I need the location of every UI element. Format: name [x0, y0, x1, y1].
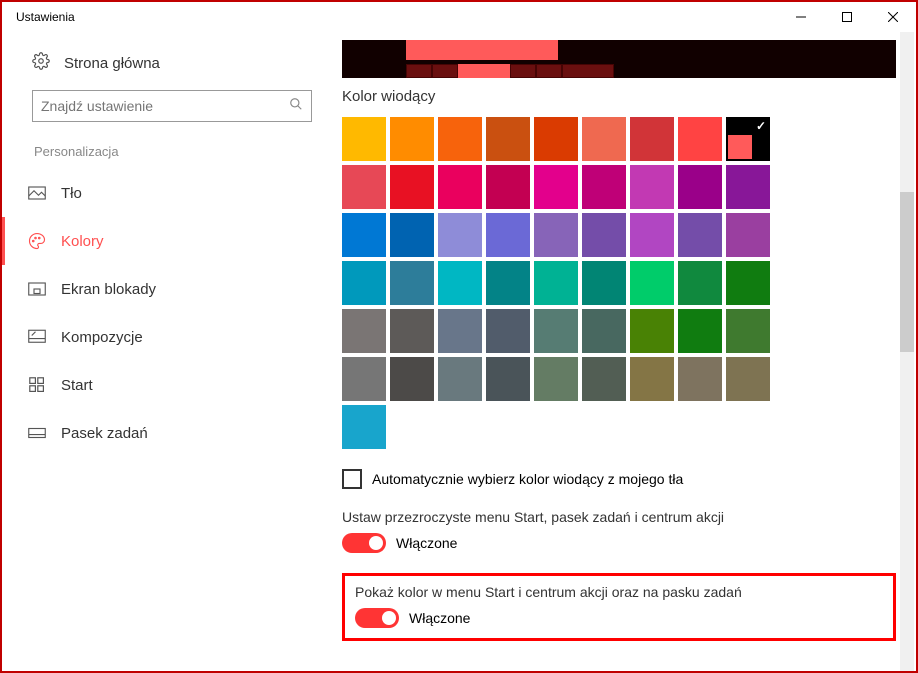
- color-swatch[interactable]: [486, 117, 530, 161]
- color-swatch[interactable]: [678, 261, 722, 305]
- lockscreen-icon: [27, 282, 47, 296]
- color-swatch[interactable]: [390, 165, 434, 209]
- window-title: Ustawienia: [16, 10, 75, 24]
- color-swatch[interactable]: [726, 261, 770, 305]
- show-color-label: Pokaż kolor w menu Start i centrum akcji…: [355, 584, 883, 600]
- color-swatch[interactable]: [726, 117, 770, 161]
- color-swatch[interactable]: [390, 213, 434, 257]
- highlighted-setting: Pokaż kolor w menu Start i centrum akcji…: [342, 573, 896, 641]
- sidebar-item-background[interactable]: Tło: [2, 169, 342, 217]
- color-swatch[interactable]: [390, 261, 434, 305]
- sidebar-item-themes[interactable]: Kompozycje: [2, 313, 342, 361]
- color-swatch[interactable]: [342, 165, 386, 209]
- color-swatch[interactable]: [438, 261, 482, 305]
- color-swatch[interactable]: [390, 309, 434, 353]
- color-swatch[interactable]: [534, 117, 578, 161]
- color-swatch[interactable]: [678, 357, 722, 401]
- color-swatch[interactable]: [582, 117, 626, 161]
- accent-color-grid: [342, 117, 782, 449]
- taskbar-icon: [27, 427, 47, 439]
- color-swatch[interactable]: [630, 213, 674, 257]
- color-swatch[interactable]: [342, 213, 386, 257]
- color-swatch[interactable]: [438, 117, 482, 161]
- scrollbar-thumb[interactable]: [900, 192, 914, 352]
- show-color-toggle[interactable]: [355, 608, 399, 628]
- transparency-state: Włączone: [396, 535, 457, 551]
- color-swatch[interactable]: [582, 213, 626, 257]
- color-swatch[interactable]: [726, 309, 770, 353]
- checkbox-icon: [342, 469, 362, 489]
- color-swatch[interactable]: [582, 357, 626, 401]
- search-field[interactable]: [41, 98, 289, 114]
- sidebar-item-lockscreen[interactable]: Ekran blokady: [2, 265, 342, 313]
- color-swatch[interactable]: [438, 165, 482, 209]
- color-swatch[interactable]: [390, 117, 434, 161]
- sidebar-item-start[interactable]: Start: [2, 361, 342, 409]
- home-link[interactable]: Strona główna: [2, 44, 342, 90]
- color-swatch[interactable]: [342, 405, 386, 449]
- auto-pick-checkbox[interactable]: Automatycznie wybierz kolor wiodący z mo…: [342, 469, 896, 489]
- color-preview: [342, 40, 896, 78]
- show-color-state: Włączone: [409, 610, 470, 626]
- start-icon: [27, 377, 47, 393]
- color-swatch[interactable]: [534, 357, 578, 401]
- accent-color-heading: Kolor wiodący: [342, 88, 896, 105]
- sidebar-item-taskbar[interactable]: Pasek zadań: [2, 409, 342, 457]
- color-swatch[interactable]: [534, 165, 578, 209]
- color-swatch[interactable]: [342, 117, 386, 161]
- maximize-button[interactable]: [824, 2, 870, 32]
- scrollbar-track[interactable]: [900, 32, 914, 671]
- color-swatch[interactable]: [486, 357, 530, 401]
- color-swatch[interactable]: [630, 357, 674, 401]
- color-swatch[interactable]: [582, 261, 626, 305]
- color-swatch[interactable]: [390, 357, 434, 401]
- color-swatch[interactable]: [438, 213, 482, 257]
- color-swatch[interactable]: [486, 261, 530, 305]
- sidebar-item-label: Tło: [61, 185, 82, 202]
- transparency-toggle[interactable]: [342, 533, 386, 553]
- color-swatch[interactable]: [726, 357, 770, 401]
- color-swatch[interactable]: [726, 213, 770, 257]
- auto-pick-label: Automatycznie wybierz kolor wiodący z mo…: [372, 471, 683, 487]
- category-label: Personalizacja: [2, 140, 342, 169]
- color-swatch[interactable]: [342, 357, 386, 401]
- color-swatch[interactable]: [630, 261, 674, 305]
- sidebar-item-label: Start: [61, 377, 93, 394]
- color-swatch[interactable]: [582, 165, 626, 209]
- color-swatch[interactable]: [678, 165, 722, 209]
- color-swatch[interactable]: [630, 117, 674, 161]
- color-swatch[interactable]: [726, 165, 770, 209]
- color-swatch[interactable]: [438, 309, 482, 353]
- color-swatch[interactable]: [582, 309, 626, 353]
- gear-icon: [32, 52, 50, 74]
- sidebar-item-label: Pasek zadań: [61, 425, 148, 442]
- sidebar-item-label: Ekran blokady: [61, 281, 156, 298]
- sidebar-item-label: Kompozycje: [61, 329, 143, 346]
- picture-icon: [27, 186, 47, 200]
- search-input[interactable]: [32, 90, 312, 122]
- color-swatch[interactable]: [630, 165, 674, 209]
- color-swatch[interactable]: [342, 309, 386, 353]
- color-swatch[interactable]: [534, 261, 578, 305]
- color-swatch[interactable]: [534, 213, 578, 257]
- color-swatch[interactable]: [678, 117, 722, 161]
- color-swatch[interactable]: [438, 357, 482, 401]
- color-swatch[interactable]: [486, 165, 530, 209]
- sidebar-item-label: Kolory: [61, 233, 104, 250]
- themes-icon: [27, 329, 47, 345]
- color-swatch[interactable]: [486, 309, 530, 353]
- search-icon: [289, 97, 303, 116]
- color-swatch[interactable]: [678, 309, 722, 353]
- sidebar-item-colors[interactable]: Kolory: [2, 217, 342, 265]
- home-label: Strona główna: [64, 55, 160, 72]
- color-swatch[interactable]: [486, 213, 530, 257]
- palette-icon: [27, 232, 47, 250]
- color-swatch[interactable]: [342, 261, 386, 305]
- minimize-button[interactable]: [778, 2, 824, 32]
- color-swatch[interactable]: [534, 309, 578, 353]
- transparency-label: Ustaw przezroczyste menu Start, pasek za…: [342, 509, 896, 525]
- color-swatch[interactable]: [678, 213, 722, 257]
- close-button[interactable]: [870, 2, 916, 32]
- color-swatch[interactable]: [630, 309, 674, 353]
